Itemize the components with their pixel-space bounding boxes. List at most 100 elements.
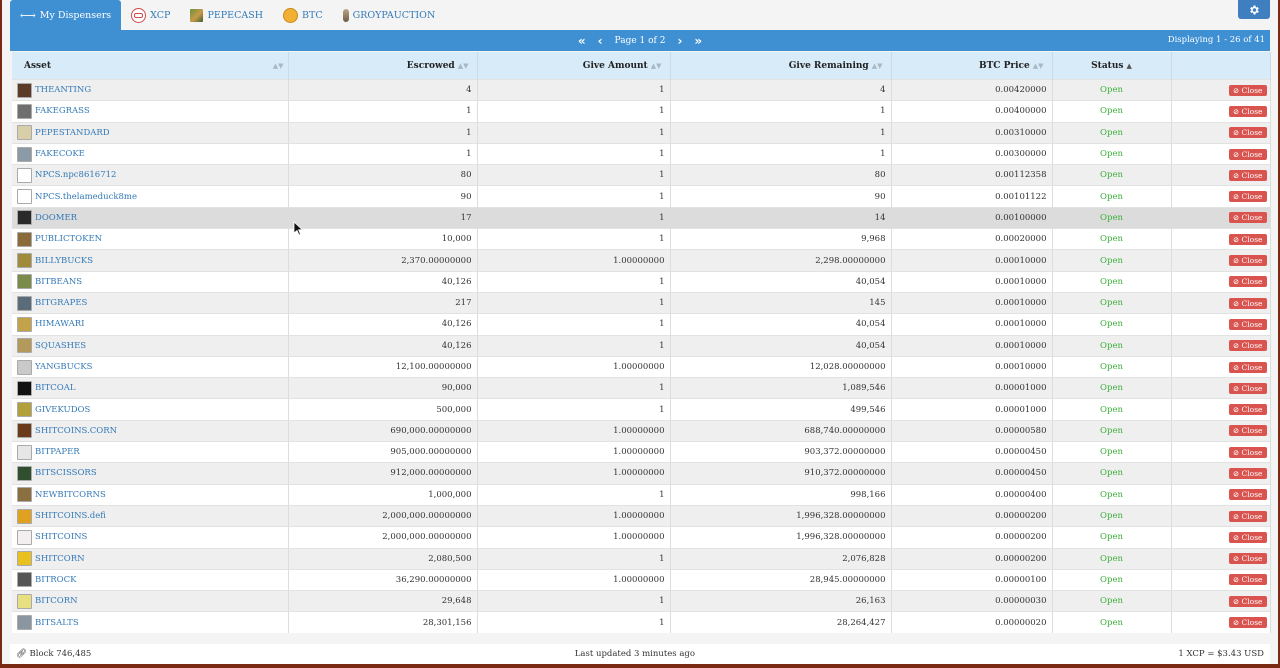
close-dispenser-button[interactable]: ⊘ Close (1228, 297, 1267, 309)
close-dispenser-button[interactable]: ⊘ Close (1228, 446, 1267, 458)
ban-icon: ⊘ (1232, 85, 1240, 95)
col-escrowed[interactable]: Escrowed ▲▼ (288, 52, 478, 80)
tab-my-dispensers[interactable]: ⟷ My Dispensers (10, 0, 122, 30)
close-dispenser-button[interactable]: ⊘ Close (1228, 255, 1267, 267)
asset-name: GIVEKUDOS (35, 404, 91, 415)
asset-link[interactable]: SQUASHES (17, 338, 283, 354)
asset-link[interactable]: PUBLICTOKEN (17, 231, 283, 247)
asset-name: NPCS.npc8616712 (35, 170, 117, 181)
action-cell: ⊘ Close (1171, 164, 1271, 186)
col-asset[interactable]: Asset ▲▼ (12, 52, 289, 80)
btc-price-cell: 0.00010000 (891, 291, 1053, 314)
asset-link[interactable]: FAKECOKE (17, 146, 283, 162)
close-dispenser-button[interactable]: ⊘ Close (1228, 127, 1267, 139)
give-amount-cell: 1 (477, 590, 671, 612)
tab-xcp[interactable]: XCP (121, 0, 180, 30)
escrowed-cell: 29,648 (288, 590, 478, 612)
asset-link[interactable]: BITCORN (17, 593, 283, 609)
escrowed-cell: 2,080,500 (288, 547, 478, 570)
asset-link[interactable]: THEANTING (17, 82, 283, 98)
btc-price-cell: 0.00000030 (891, 590, 1053, 612)
col-status[interactable]: Status ▲ (1052, 52, 1172, 80)
asset-link[interactable]: SHITCORN (17, 551, 283, 567)
close-dispenser-button[interactable]: ⊘ Close (1228, 318, 1267, 330)
dispensers-table: Asset ▲▼ Escrowed ▲▼ Give Amount ▲▼ Give Re… (12, 52, 1271, 633)
close-dispenser-button[interactable]: ⊘ Close (1228, 84, 1267, 96)
close-dispenser-button[interactable]: ⊘ Close (1228, 105, 1267, 117)
escrowed-cell: 90 (288, 185, 478, 208)
first-page-icon[interactable]: « (578, 34, 586, 48)
close-dispenser-button[interactable]: ⊘ Close (1228, 617, 1267, 629)
ban-icon: ⊘ (1232, 554, 1240, 564)
close-dispenser-button[interactable]: ⊘ Close (1228, 191, 1267, 203)
col-btc-price[interactable]: BTC Price ▲▼ (891, 52, 1053, 80)
asset-link[interactable]: HIMAWARI (17, 316, 283, 332)
asset-link[interactable]: FAKEGRASS (17, 103, 283, 119)
next-page-icon[interactable]: › (677, 34, 682, 48)
close-dispenser-button[interactable]: ⊘ Close (1228, 340, 1267, 352)
ban-icon: ⊘ (1232, 447, 1240, 457)
btc-price-cell: 0.00100000 (891, 206, 1053, 229)
close-dispenser-button[interactable]: ⊘ Close (1228, 148, 1267, 160)
status-cell: Open (1052, 100, 1172, 123)
action-cell: ⊘ Close (1171, 568, 1271, 591)
settings-button[interactable] (1238, 0, 1270, 19)
asset-link[interactable]: BITSCISSORS (17, 465, 283, 481)
status-cell: Open (1052, 462, 1172, 485)
asset-name: HIMAWARI (35, 319, 85, 330)
col-give-remaining[interactable]: Give Remaining ▲▼ (670, 52, 892, 80)
asset-link[interactable]: NPCS.thelameduck8me (17, 189, 283, 205)
status-cell: Open (1052, 270, 1172, 293)
btc-price-cell: 0.00010000 (891, 355, 1053, 378)
asset-link[interactable]: YANGBUCKS (17, 359, 283, 375)
asset-link[interactable]: BITGRAPES (17, 295, 283, 311)
close-dispenser-button[interactable]: ⊘ Close (1228, 404, 1267, 416)
asset-link[interactable]: GIVEKUDOS (17, 402, 283, 418)
close-dispenser-button[interactable]: ⊘ Close (1228, 595, 1267, 607)
last-page-icon[interactable]: » (694, 34, 702, 48)
asset-link[interactable]: DOOMER (17, 210, 283, 226)
col-give-amount[interactable]: Give Amount ▲▼ (477, 52, 671, 80)
table-row: BITSALTS 28,301,156 1 28,264,427 0.00000020 O… (12, 611, 1271, 633)
asset-link[interactable]: BITPAPER (17, 444, 283, 460)
asset-link[interactable]: SHITCOINS.CORN (17, 423, 283, 439)
asset-link[interactable]: PEPESTANDARD (17, 125, 283, 141)
close-dispenser-button[interactable]: ⊘ Close (1228, 510, 1267, 522)
close-dispenser-button[interactable]: ⊘ Close (1228, 361, 1267, 373)
asset-cell: DOOMER (12, 206, 289, 229)
give-remaining-cell: 40,054 (670, 270, 892, 293)
close-dispenser-button[interactable]: ⊘ Close (1228, 553, 1267, 565)
asset-icon (17, 402, 32, 418)
asset-link[interactable]: NPCS.npc8616712 (17, 167, 283, 183)
close-dispenser-button[interactable]: ⊘ Close (1228, 467, 1267, 479)
asset-icon (17, 295, 32, 311)
ban-icon: ⊘ (1232, 532, 1240, 542)
asset-link[interactable]: BILLYBUCKS (17, 253, 283, 269)
close-dispenser-button[interactable]: ⊘ Close (1228, 233, 1267, 245)
asset-link[interactable]: SHITCOINS.defi (17, 508, 283, 524)
close-dispenser-button[interactable]: ⊘ Close (1228, 382, 1267, 394)
close-dispenser-button[interactable]: ⊘ Close (1228, 212, 1267, 224)
status-cell: Open (1052, 483, 1172, 506)
close-dispenser-button[interactable]: ⊘ Close (1228, 574, 1267, 586)
close-dispenser-button[interactable]: ⊘ Close (1228, 169, 1267, 181)
xcp-rate: 1 XCP = $3.43 USD (1178, 649, 1264, 659)
tab-groypauction[interactable]: GROYPAUCTION (333, 0, 446, 30)
tab-pepecash[interactable]: PEPECASH (180, 0, 273, 30)
asset-link[interactable]: BITCOAL (17, 380, 283, 396)
close-dispenser-button[interactable]: ⊘ Close (1228, 489, 1267, 501)
asset-cell: BITBEANS (12, 270, 289, 293)
asset-link[interactable]: BITBEANS (17, 274, 283, 290)
close-dispenser-button[interactable]: ⊘ Close (1228, 531, 1267, 543)
give-remaining-cell: 80 (670, 164, 892, 186)
give-remaining-cell: 14 (670, 206, 892, 229)
asset-link[interactable]: SHITCOINS (17, 529, 283, 545)
asset-link[interactable]: BITROCK (17, 572, 283, 588)
prev-page-icon[interactable]: ‹ (598, 34, 603, 48)
action-cell: ⊘ Close (1171, 142, 1271, 165)
close-dispenser-button[interactable]: ⊘ Close (1228, 276, 1267, 288)
tab-btc[interactable]: BTC (273, 0, 333, 30)
asset-link[interactable]: NEWBITCORNS (17, 487, 283, 503)
close-dispenser-button[interactable]: ⊘ Close (1228, 425, 1267, 437)
asset-link[interactable]: BITSALTS (17, 615, 283, 631)
